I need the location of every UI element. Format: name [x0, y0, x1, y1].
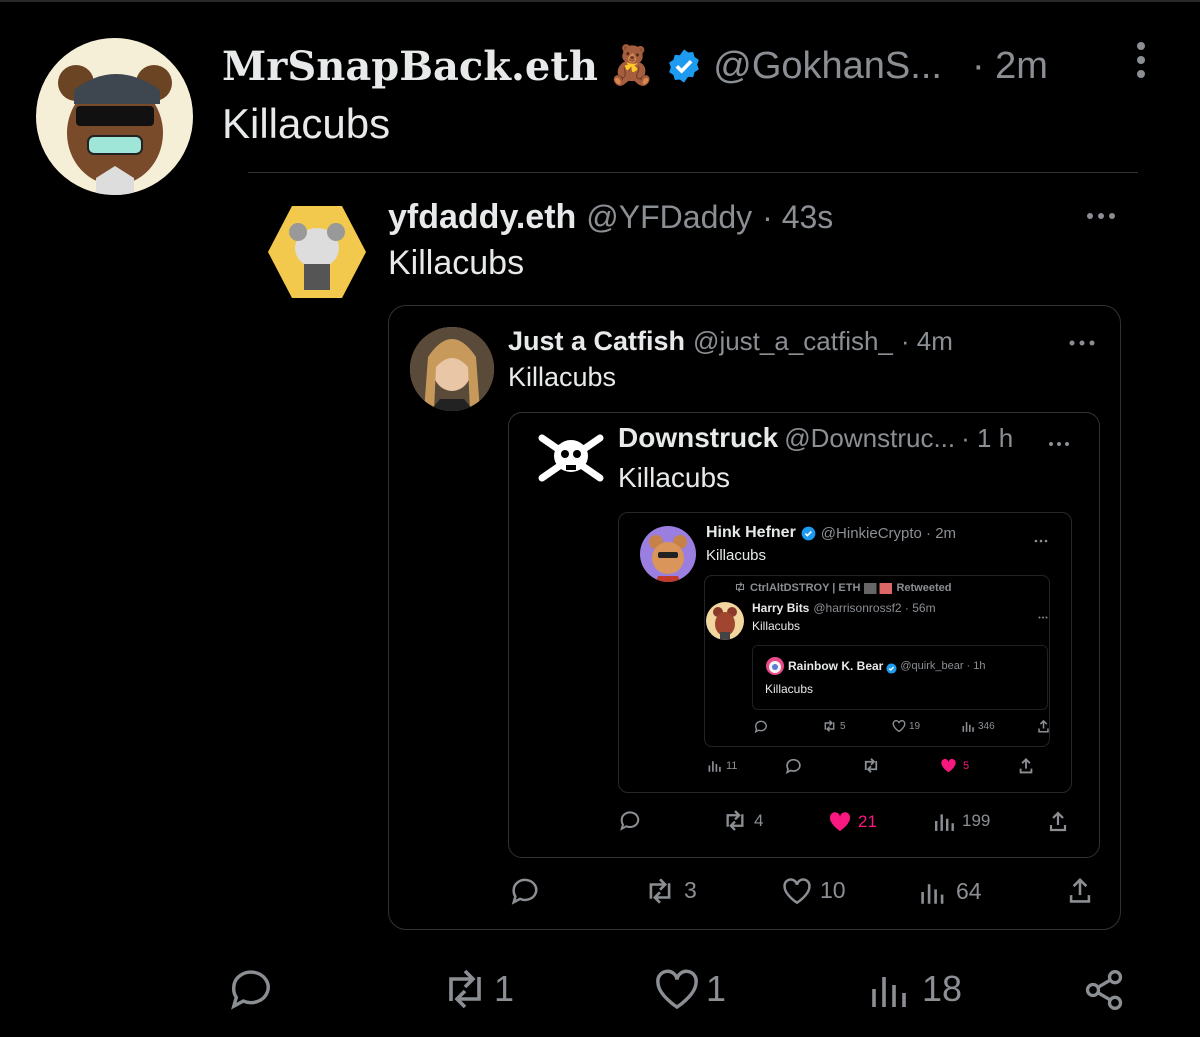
main-timestamp[interactable]: · 2m — [972, 45, 1048, 88]
catfish-avatar[interactable] — [410, 327, 494, 411]
main-retweet-count: 1 — [494, 968, 515, 1009]
thread-divider — [248, 172, 1138, 173]
hink-reply-button[interactable] — [785, 758, 802, 774]
rainbow-tweet-text: Killacubs — [765, 682, 814, 696]
harry-retweet-count: 5 — [840, 720, 846, 732]
catfish-retweet-count: 3 — [684, 877, 697, 903]
hink-handle[interactable]: @HinkieCrypto · 2m — [821, 525, 956, 542]
hink-verified-icon — [801, 526, 816, 541]
downstruck-display-name[interactable]: Downstruck — [618, 422, 778, 454]
downstruck-handle[interactable]: @Downstruc... — [784, 423, 955, 454]
rainbow-header: Rainbow K. Bear @quirk_bear · 1h — [788, 658, 986, 674]
main-display-name[interactable]: MrSnapBack.eth — [222, 43, 598, 90]
rainbow-avatar[interactable] — [766, 657, 784, 675]
harry-like-button[interactable]: 19 — [892, 720, 920, 732]
main-reply-button[interactable] — [228, 968, 274, 1010]
hink-like-count: 5 — [963, 759, 970, 772]
yfdaddy-handle[interactable]: @YFDaddy — [586, 199, 752, 236]
catfish-handle[interactable]: @just_a_catfish_ — [693, 326, 893, 357]
downstruck-header: Downstruck @Downstruc... · 1 h — [618, 422, 1013, 454]
retweeter-emojis — [864, 582, 893, 594]
harry-views-count: 346 — [978, 720, 995, 732]
downstruck-tweet-text: Killacubs — [618, 462, 731, 493]
skull-crossbones-avatar[interactable] — [536, 432, 606, 484]
catfish-timestamp[interactable]: · 4m — [901, 326, 953, 357]
hink-tweet-text: Killacubs — [706, 547, 767, 564]
top-divider — [0, 0, 1200, 2]
catfish-views-button[interactable]: 64 — [920, 878, 982, 905]
hink-header: Hink Hefner @HinkieCrypto · 2m — [706, 522, 956, 544]
yfdaddy-display-name[interactable]: yfdaddy.eth — [388, 198, 576, 237]
harry-like-count: 19 — [909, 720, 921, 732]
harry-views-button[interactable]: 346 — [962, 720, 995, 732]
hink-retweet-button[interactable] — [862, 758, 880, 773]
main-views-button[interactable]: 18 — [870, 968, 962, 1010]
downstruck-retweet-count: 4 — [754, 810, 764, 830]
main-share-icon[interactable] — [1082, 968, 1126, 1012]
catfish-share-button[interactable] — [1067, 876, 1093, 904]
hink-more-icon[interactable] — [1034, 530, 1048, 548]
harry-avatar[interactable] — [706, 602, 744, 640]
downstruck-retweet-button[interactable]: 4 — [722, 810, 763, 831]
main-retweet-button[interactable]: 1 — [440, 968, 514, 1010]
downstruck-more-icon[interactable] — [1048, 434, 1070, 452]
main-more-icon[interactable] — [1134, 40, 1148, 80]
hink-share-button[interactable] — [1018, 757, 1034, 774]
retweeted-label: Retweeted — [896, 582, 952, 594]
main-tweet-text: Killacubs — [222, 100, 391, 147]
retweet-context: CtrlAltDSTROY | ETH Retweeted — [734, 580, 951, 596]
main-like-count: 1 — [706, 968, 727, 1009]
catfish-like-button[interactable]: 10 — [782, 877, 846, 904]
main-like-button[interactable]: 1 — [654, 968, 726, 1010]
yfdaddy-header: yfdaddy.eth @YFDaddy · 43s — [388, 196, 833, 238]
downstruck-views-count: 199 — [962, 811, 991, 830]
downstruck-like-button[interactable]: 21 — [828, 811, 877, 832]
main-avatar[interactable] — [36, 38, 193, 195]
retweeter-name[interactable]: CtrlAltDSTROY | ETH — [750, 582, 860, 594]
hink-views-count: 11 — [726, 759, 738, 772]
yfdaddy-timestamp[interactable]: · 43s — [762, 199, 833, 236]
harry-display-name[interactable]: Harry Bits — [752, 601, 809, 615]
catfish-more-icon[interactable] — [1068, 334, 1096, 352]
downstruck-like-count: 21 — [858, 811, 877, 831]
harry-header: Harry Bits @harrisonrossf2 · 56m — [752, 600, 936, 616]
retweet-small-icon — [734, 579, 746, 597]
hink-like-button[interactable]: 5 — [940, 758, 969, 773]
hink-views-button[interactable]: 11 — [708, 759, 737, 772]
harry-retweet-button[interactable]: 5 — [822, 720, 846, 732]
catfish-like-count: 10 — [820, 877, 846, 903]
catfish-tweet-text: Killacubs — [508, 362, 617, 392]
catfish-display-name[interactable]: Just a Catfish — [508, 326, 685, 357]
catfish-views-count: 64 — [956, 878, 982, 904]
rainbow-display-name[interactable]: Rainbow K. Bear — [788, 659, 883, 673]
main-header: MrSnapBack.eth 🧸 @GokhanS... · 2m — [222, 40, 1048, 92]
downstruck-reply-button[interactable] — [619, 810, 641, 831]
harry-tweet-text: Killacubs — [752, 619, 801, 633]
harry-more-icon[interactable] — [1038, 606, 1048, 624]
hink-display-name[interactable]: Hink Hefner — [706, 524, 796, 542]
downstruck-views-button[interactable]: 199 — [934, 811, 990, 831]
main-handle[interactable]: @GokhanS... — [713, 45, 942, 88]
teddy-bear-emoji: 🧸 — [607, 45, 656, 87]
yfdaddy-tweet-text: Killacubs — [388, 244, 525, 282]
verified-badge-icon — [665, 47, 703, 85]
rainbow-verified-icon — [886, 661, 897, 674]
downstruck-timestamp[interactable]: · 1 h — [961, 423, 1013, 454]
harry-reply-button[interactable] — [754, 720, 768, 733]
rainbow-handle[interactable]: @quirk_bear · 1h — [900, 660, 985, 672]
main-views-count: 18 — [922, 968, 963, 1009]
rainbow-quote-card[interactable] — [752, 645, 1048, 710]
yfdaddy-avatar[interactable] — [266, 204, 368, 300]
catfish-reply-button[interactable] — [510, 877, 540, 905]
downstruck-share-button[interactable] — [1048, 810, 1068, 832]
catfish-header: Just a Catfish @just_a_catfish_ · 4m — [508, 324, 953, 358]
yfdaddy-more-icon[interactable] — [1085, 208, 1117, 226]
catfish-retweet-button[interactable]: 3 — [644, 877, 697, 904]
harry-share-button[interactable] — [1037, 719, 1050, 733]
harry-handle[interactable]: @harrisonrossf2 · 56m — [813, 601, 935, 615]
hink-avatar[interactable] — [640, 526, 696, 582]
